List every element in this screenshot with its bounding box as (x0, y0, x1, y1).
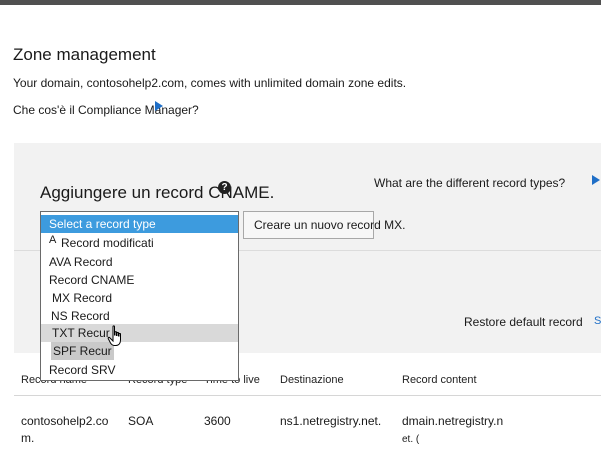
cell-record-content-cont: et. ( (402, 434, 420, 445)
arrow-right-icon[interactable] (592, 175, 600, 185)
dropdown-option-spf-label: SPF Recur (51, 342, 114, 360)
cell-record-type: SOA (128, 414, 154, 428)
dropdown-option-select[interactable]: Select a record type (41, 215, 238, 233)
dropdown-option-modified[interactable]: Record modificati (61, 234, 231, 252)
table-header-divider (14, 395, 601, 396)
restore-extra-link[interactable]: S (594, 315, 601, 327)
new-record-button[interactable]: Creare un nuovo record MX. (243, 211, 405, 239)
page-title: Zone management (13, 45, 156, 64)
dropdown-option-txt[interactable]: TXT Recur (41, 324, 238, 342)
dropdown-option-cname[interactable]: Record CNAME (41, 271, 238, 289)
restore-default-link[interactable]: Restore default record (464, 315, 583, 329)
cell-record-name-cont: m. (21, 431, 35, 445)
help-icon[interactable]: ? (218, 181, 231, 194)
cell-record-name: contosohelp2.co (21, 414, 109, 428)
dropdown-option-aaaa[interactable]: AVA Record (41, 253, 238, 271)
compliance-link[interactable]: Che cos'è il Compliance Manager? (13, 103, 199, 117)
cell-record-content: dmain.netregistry.n (402, 414, 504, 428)
top-border (0, 0, 601, 5)
hand-pointer-icon (107, 325, 125, 351)
column-header-destination[interactable]: Destinazione (280, 374, 344, 386)
record-type-dropdown[interactable]: Select a record type A Record modificati… (40, 211, 239, 381)
add-record-heading: Aggiungere un record CNAME. (40, 183, 275, 202)
dropdown-option-ns[interactable]: NS Record (41, 307, 238, 325)
dropdown-option-mx[interactable]: MX Record (41, 289, 238, 307)
column-header-record-content[interactable]: Record content (402, 374, 477, 386)
page-description: Your domain, contosohelp2.com, comes wit… (13, 76, 407, 90)
arrow-right-icon (155, 101, 163, 111)
dropdown-option-spf[interactable]: SPF Recur (45, 342, 115, 360)
dropdown-option-srv[interactable]: Record SRV (41, 361, 238, 379)
cell-ttl: 3600 (204, 414, 231, 428)
record-types-link[interactable]: What are the different record types? (374, 176, 565, 190)
cell-destination: ns1.netregistry.net. (280, 414, 382, 428)
